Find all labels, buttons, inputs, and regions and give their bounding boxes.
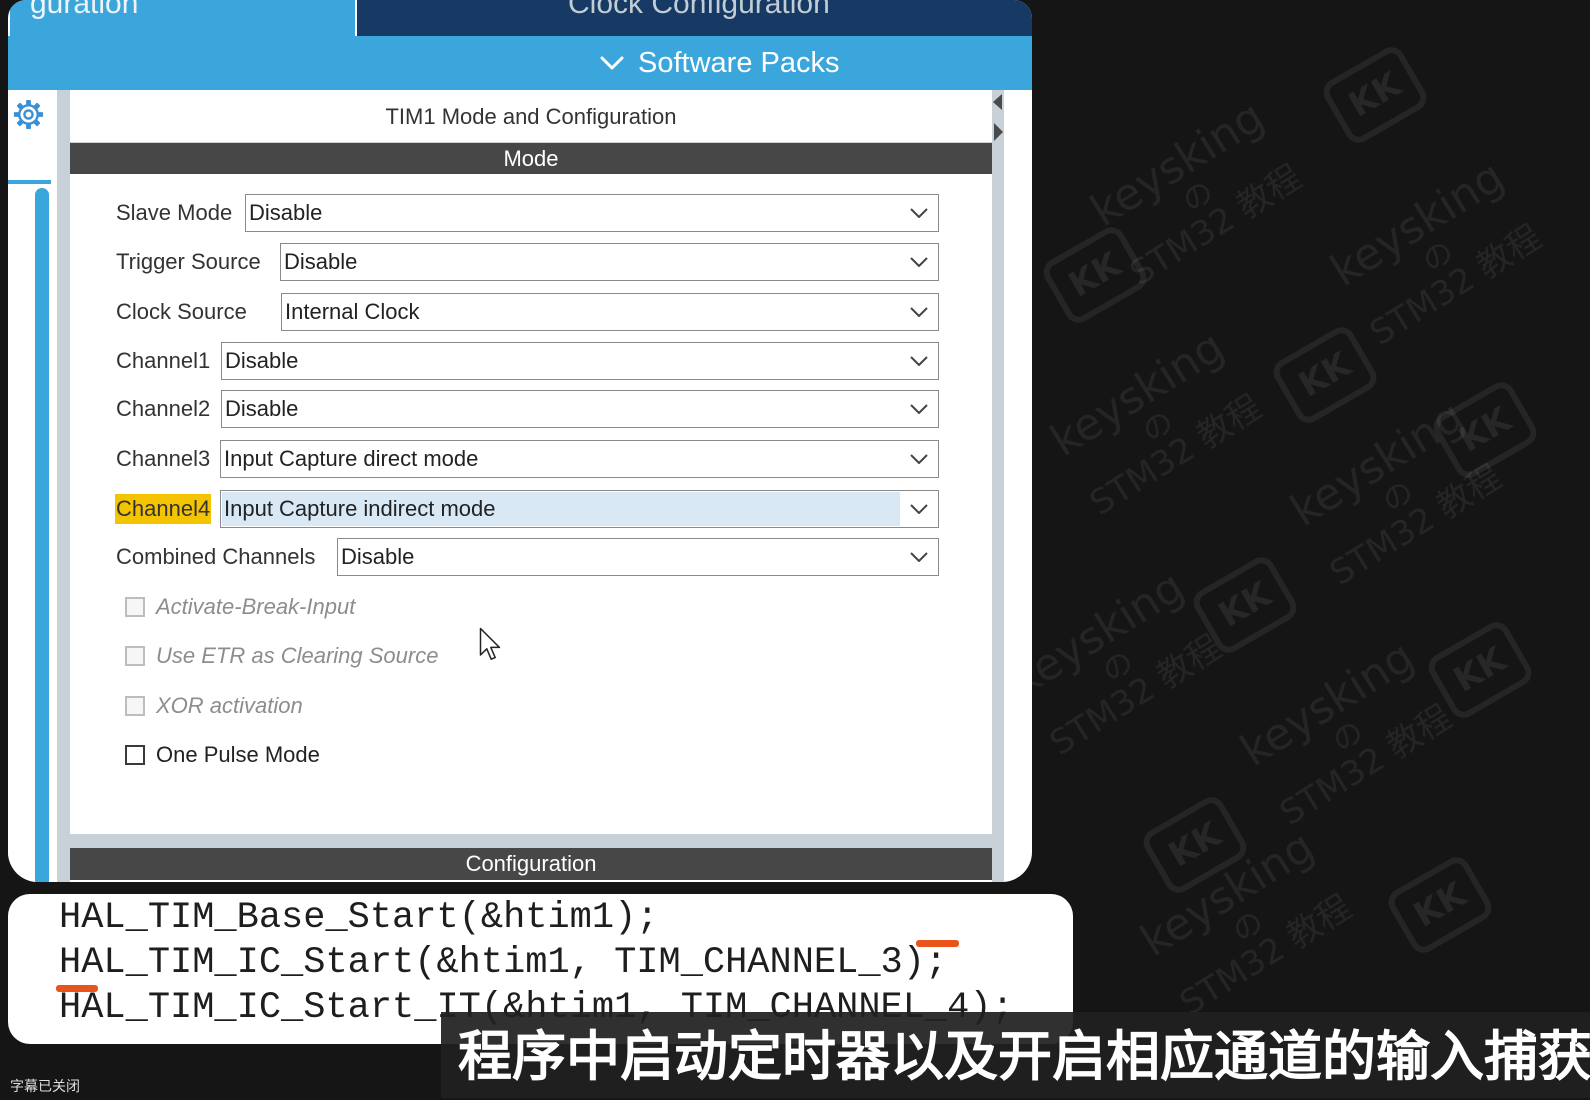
- left-sidebar: [8, 90, 57, 882]
- software-packs-menu[interactable]: Software Packs: [600, 36, 839, 90]
- field-label: Channel2: [116, 396, 211, 421]
- checkbox-box: [125, 646, 145, 666]
- select-value: Disable: [225, 396, 299, 421]
- xor-activation-checkbox[interactable]: XOR activation: [125, 693, 545, 718]
- code-block: HAL_TIM_Base_Start(&htim1); HAL_TIM_IC_S…: [59, 896, 1014, 1031]
- watermark-logo: KK: [1318, 42, 1432, 148]
- header-bar: Software Packs: [8, 36, 1032, 90]
- checkbox-box: [125, 745, 145, 765]
- chevron-down-icon: [910, 208, 928, 218]
- one-pulse-mode-checkbox[interactable]: One Pulse Mode: [125, 742, 545, 767]
- mode-configuration-panel: TIM1 Mode and Configuration Mode Slave M…: [70, 90, 992, 882]
- field-row-combined-channels: Combined Channels Disable: [70, 538, 992, 576]
- subtitle-text: 程序中启动定时器以及开启相应通道的输入捕获: [458, 1025, 1590, 1088]
- field-label: Slave Mode: [116, 200, 233, 225]
- code-line: HAL_TIM_Base_Start(&htim1);: [59, 897, 659, 939]
- select-value: Disable: [225, 348, 299, 373]
- watermark-text: keysking の STM32 教程: [1028, 314, 1292, 546]
- tab-clock-configuration[interactable]: Clock Configuration: [357, 0, 1032, 36]
- field-row-channel3: Channel3 Input Capture direct mode: [70, 440, 992, 478]
- select-value: Input Capture indirect mode: [222, 492, 900, 526]
- chevron-down-icon: [910, 504, 928, 514]
- configuration-section-header[interactable]: Configuration: [70, 848, 992, 880]
- gear-icon[interactable]: [12, 98, 45, 131]
- select-value: Input Capture direct mode: [224, 446, 479, 471]
- chevron-down-icon: [910, 257, 928, 267]
- field-label: Trigger Source: [116, 249, 261, 274]
- select-value: Disable: [284, 249, 358, 274]
- checkbox-box: [125, 696, 145, 716]
- channel4-select[interactable]: Input Capture indirect mode: [220, 490, 939, 528]
- select-value: Disable: [341, 544, 415, 569]
- software-packs-label: Software Packs: [638, 46, 840, 79]
- trigger-source-select[interactable]: Disable: [280, 243, 939, 281]
- field-label: Channel1: [116, 348, 211, 373]
- activate-break-input-checkbox[interactable]: Activate-Break-Input: [125, 594, 545, 619]
- field-row-channel4: Channel4 Input Capture indirect mode: [70, 490, 992, 528]
- channel3-select[interactable]: Input Capture direct mode: [220, 440, 939, 478]
- slave-mode-select[interactable]: Disable: [245, 194, 939, 232]
- checkbox-label: One Pulse Mode: [156, 742, 320, 767]
- channel2-select[interactable]: Disable: [221, 390, 939, 428]
- checkbox-label: Activate-Break-Input: [156, 594, 356, 619]
- subtitle-bar: 程序中启动定时器以及开启相应通道的输入捕获: [441, 1012, 1590, 1098]
- mode-section-header[interactable]: Mode: [70, 143, 992, 174]
- chevron-down-icon: [910, 454, 928, 464]
- field-row-channel2: Channel2 Disable: [70, 390, 992, 428]
- mouse-cursor-icon: [479, 627, 501, 660]
- sidebar-scrollbar[interactable]: [35, 188, 49, 882]
- clock-source-select[interactable]: Internal Clock: [281, 293, 939, 331]
- field-row-channel1: Channel1 Disable: [70, 342, 992, 380]
- field-row-trigger-source: Trigger Source Disable: [70, 243, 992, 281]
- collapse-arrow-icon[interactable]: [993, 94, 1002, 110]
- panel-splitter[interactable]: [57, 90, 70, 882]
- select-value: Disable: [249, 200, 323, 225]
- right-scrollbar[interactable]: [992, 90, 1004, 882]
- watermark-logo: KK: [1383, 852, 1497, 958]
- code-line: HAL_TIM_IC_Start(&htim1, TIM_CHANNEL_3);: [59, 942, 948, 984]
- annotation-underline: [56, 985, 98, 992]
- expand-arrow-icon[interactable]: [994, 123, 1003, 141]
- section-spacer: [70, 834, 992, 848]
- field-label: Channel4: [115, 494, 212, 524]
- tab-label: guration: [30, 0, 139, 20]
- combined-channels-select[interactable]: Disable: [337, 538, 939, 576]
- chevron-down-icon: [910, 552, 928, 562]
- tab-label: Clock Configuration: [568, 0, 830, 20]
- field-row-slave-mode: Slave Mode Disable: [70, 194, 992, 232]
- annotation-underline: [916, 940, 959, 947]
- stm32cubemx-window: guration Clock Configuration Software Pa…: [8, 0, 1032, 882]
- field-label: Clock Source: [116, 299, 247, 324]
- field-label: Channel3: [116, 446, 211, 471]
- field-label: Combined Channels: [116, 544, 316, 569]
- checkbox-label: Use ETR as Clearing Source: [156, 643, 439, 668]
- chevron-down-icon: [910, 404, 928, 414]
- tab-pinout-configuration[interactable]: guration: [10, 0, 355, 36]
- select-value: Internal Clock: [285, 299, 420, 324]
- checkbox-box: [125, 597, 145, 617]
- chevron-down-icon: [600, 56, 624, 70]
- checkbox-label: XOR activation: [156, 693, 303, 718]
- chevron-down-icon: [910, 356, 928, 366]
- channel1-select[interactable]: Disable: [221, 342, 939, 380]
- chevron-down-icon: [910, 307, 928, 317]
- sidebar-active-indicator: [8, 180, 51, 184]
- panel-title: TIM1 Mode and Configuration: [385, 104, 677, 129]
- caption-status: 字幕已关闭: [10, 1079, 80, 1095]
- field-row-clock-source: Clock Source Internal Clock: [70, 293, 992, 331]
